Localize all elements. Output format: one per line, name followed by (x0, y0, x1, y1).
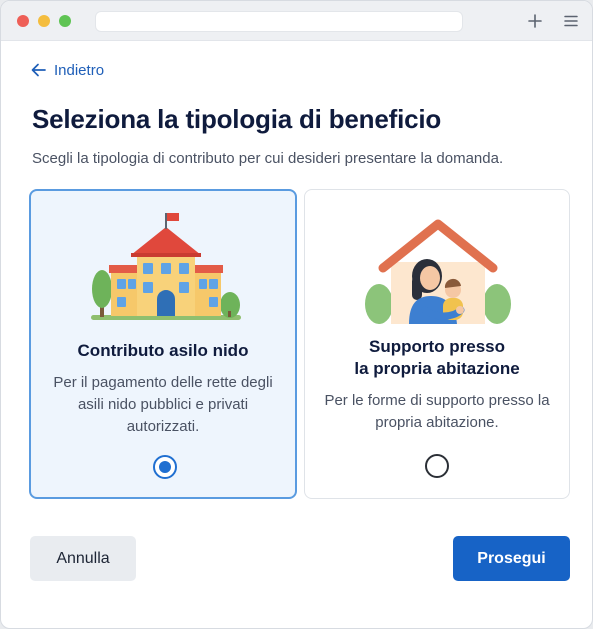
back-link-label: Indietro (54, 61, 105, 79)
cancel-button[interactable]: Annulla (30, 536, 136, 581)
page-title: Seleziona la tipologia di beneficio (32, 104, 442, 134)
option-title: Contributo asilo nido (77, 341, 249, 360)
option-description: Per le forme di supporto presso la propr… (324, 392, 550, 431)
app-window: Indietro Seleziona la tipologia di benef… (0, 0, 593, 629)
radio-button-selected[interactable] (153, 455, 177, 479)
home-care-icon (365, 218, 511, 324)
window-titlebar (1, 1, 592, 41)
address-bar[interactable] (95, 11, 463, 32)
radio-dot (159, 461, 171, 473)
maximize-window-button[interactable] (59, 15, 71, 27)
page-subtitle: Scegli la tipologia di contributo per cu… (32, 150, 504, 167)
close-window-button[interactable] (17, 15, 29, 27)
arrow-left-icon (31, 63, 46, 77)
radio-button[interactable] (425, 454, 449, 478)
option-title: Supporto presso la propria abitazione (354, 337, 520, 378)
plus-icon[interactable] (523, 9, 547, 33)
option-card-supporto-abitazione[interactable]: Supporto presso la propria abitazione Pe… (304, 189, 570, 499)
option-description: Per il pagamento delle rette degli asili… (53, 374, 273, 435)
minimize-window-button[interactable] (38, 15, 50, 27)
option-card-asilo-nido[interactable]: Contributo asilo nido Per il pagamento d… (29, 189, 297, 499)
school-building-icon (91, 211, 241, 326)
continue-button[interactable]: Prosegui (453, 536, 570, 581)
back-link[interactable]: Indietro (31, 59, 104, 81)
menu-icon[interactable] (559, 9, 583, 33)
